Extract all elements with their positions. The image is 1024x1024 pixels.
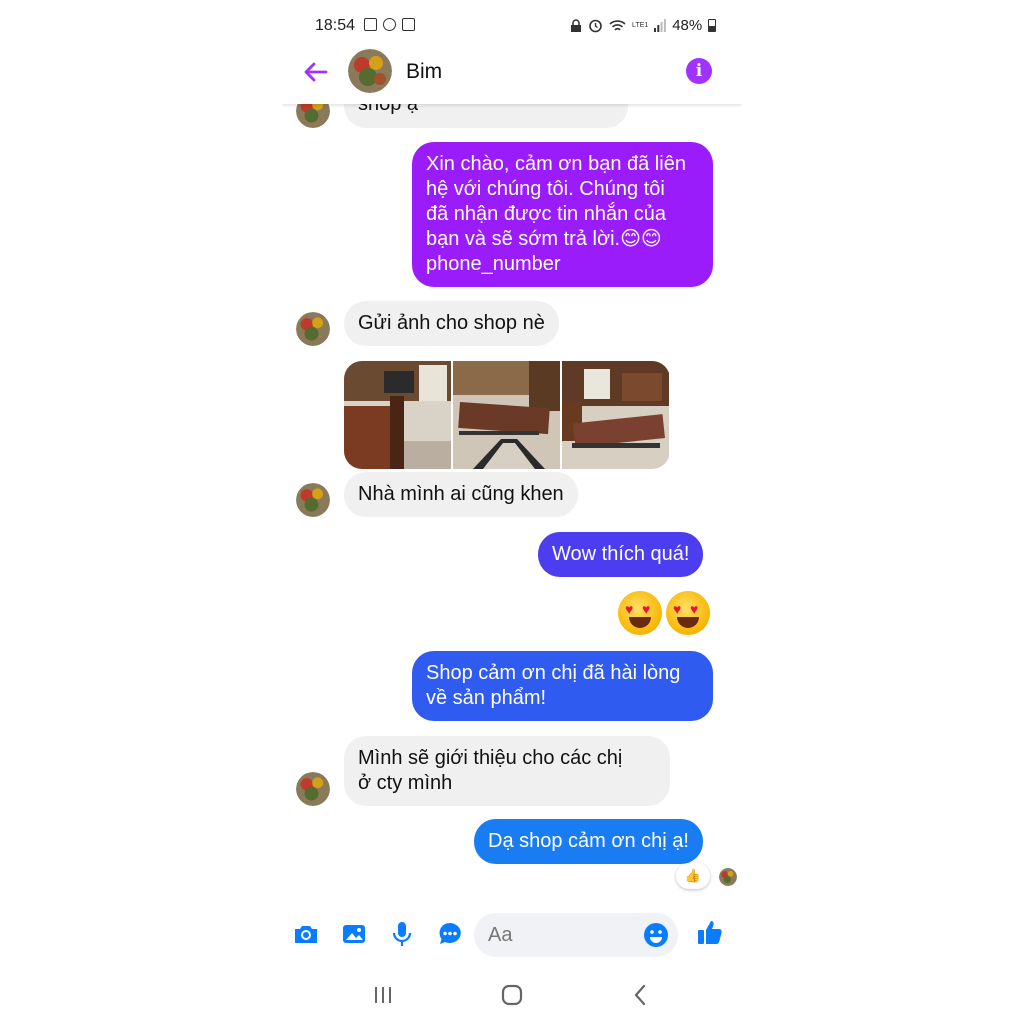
message-composer xyxy=(282,906,742,962)
network-type: LTE1 xyxy=(632,21,649,29)
photo-thumbnail[interactable] xyxy=(562,361,669,469)
microphone-icon[interactable] xyxy=(388,920,416,948)
lock-icon xyxy=(571,18,581,32)
wifi-icon xyxy=(609,19,626,31)
heart-eyes-emoji-icon: ♥ ♥ xyxy=(666,591,710,635)
chat-header: Bim i xyxy=(282,44,742,104)
gallery-notification-icon xyxy=(364,18,377,31)
sender-avatar xyxy=(296,104,330,128)
seen-avatar xyxy=(719,868,737,886)
emoji-message[interactable]: ♥ ♥ ♥ ♥ xyxy=(618,591,714,637)
message-bubble-outgoing[interactable]: Xin chào, cảm ơn bạn đã liên hệ với chún… xyxy=(412,142,713,287)
smiley-icon[interactable] xyxy=(643,922,669,948)
heart-eyes-emoji-icon: ♥ ♥ xyxy=(618,591,662,635)
photo-attachments[interactable] xyxy=(344,361,670,469)
photo-thumbnail[interactable] xyxy=(453,361,560,469)
battery-icon xyxy=(708,19,717,32)
contact-avatar[interactable] xyxy=(348,49,392,93)
back-arrow-icon[interactable] xyxy=(302,58,330,86)
sender-avatar xyxy=(296,483,330,517)
thumbs-up-icon[interactable] xyxy=(696,918,724,946)
battery-percent: 48% xyxy=(672,17,703,34)
chat-bubble-icon[interactable] xyxy=(436,920,464,948)
messenger-screen: 18:54 LTE1 48% Bim i shop ạ Xin chào, cả… xyxy=(282,0,742,1024)
back-icon[interactable] xyxy=(628,982,654,1008)
status-bar: 18:54 LTE1 48% xyxy=(282,0,742,50)
alarm-icon xyxy=(589,19,602,33)
status-time: 18:54 xyxy=(315,17,356,34)
message-bubble-outgoing[interactable]: Shop cảm ơn chị đã hài lòng về sản phẩm! xyxy=(412,651,713,721)
contact-name[interactable]: Bim xyxy=(406,60,442,84)
info-icon[interactable]: i xyxy=(686,58,712,84)
news-notification-icon xyxy=(402,18,415,31)
message-bubble-incoming[interactable]: Gửi ảnh cho shop nè xyxy=(344,301,559,346)
message-bubble-incoming[interactable]: Nhà mình ai cũng khen xyxy=(344,472,578,517)
image-icon[interactable] xyxy=(340,920,368,948)
message-bubble-outgoing[interactable]: Dạ shop cảm ơn chị ạ! xyxy=(474,819,703,864)
photo-thumbnail[interactable] xyxy=(344,361,451,469)
message-list[interactable]: shop ạ Xin chào, cảm ơn bạn đã liên hệ v… xyxy=(282,104,742,894)
sender-avatar xyxy=(296,312,330,346)
message-bubble-incoming[interactable]: shop ạ xyxy=(344,104,628,128)
camera-icon[interactable] xyxy=(292,920,320,948)
reaction-badge[interactable]: 👍 xyxy=(676,863,710,889)
chrome-notification-icon xyxy=(383,18,396,31)
sender-avatar xyxy=(296,772,330,806)
system-navigation-bar xyxy=(282,970,742,1020)
recents-icon[interactable] xyxy=(370,982,396,1008)
system-icons: LTE1 48% xyxy=(570,17,717,34)
notification-icons xyxy=(364,18,415,31)
signal-icon xyxy=(654,19,667,32)
message-bubble-incoming[interactable]: Mình sẽ giới thiệu cho các chị ở cty mìn… xyxy=(344,736,670,806)
home-icon[interactable] xyxy=(499,982,525,1008)
message-bubble-outgoing[interactable]: Wow thích quá! xyxy=(538,532,704,577)
